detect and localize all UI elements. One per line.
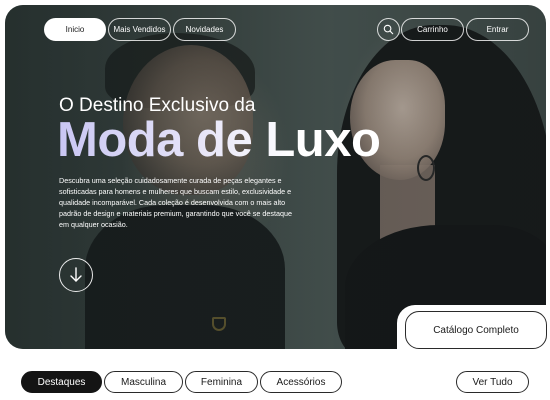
tab-feminina[interactable]: Feminina [185, 371, 258, 393]
tab-destaques[interactable]: Destaques [21, 371, 102, 393]
tab-masculina[interactable]: Masculina [104, 371, 183, 393]
view-all-button[interactable]: Ver Tudo [456, 371, 529, 393]
tab-acessorios[interactable]: Acessórios [260, 371, 342, 393]
login-button[interactable]: Entrar [466, 18, 529, 41]
nav-item-novidades[interactable]: Novidades [173, 18, 236, 41]
catalog-button[interactable]: Catálogo Completo [405, 311, 547, 349]
hero-description: Descubra uma seleção cuidadosamente cura… [59, 176, 292, 229]
hero-title: Moda de Luxo [57, 113, 381, 167]
arrow-down-icon [70, 267, 82, 282]
search-button[interactable] [377, 18, 400, 41]
search-icon [383, 24, 394, 35]
scroll-down-button[interactable] [59, 258, 93, 292]
page: Inicio Mais Vendidos Novidades Carrinho … [0, 0, 550, 400]
nav-item-mais-vendidos[interactable]: Mais Vendidos [108, 18, 171, 41]
nav-item-inicio[interactable]: Inicio [44, 18, 106, 41]
cart-button[interactable]: Carrinho [401, 18, 464, 41]
